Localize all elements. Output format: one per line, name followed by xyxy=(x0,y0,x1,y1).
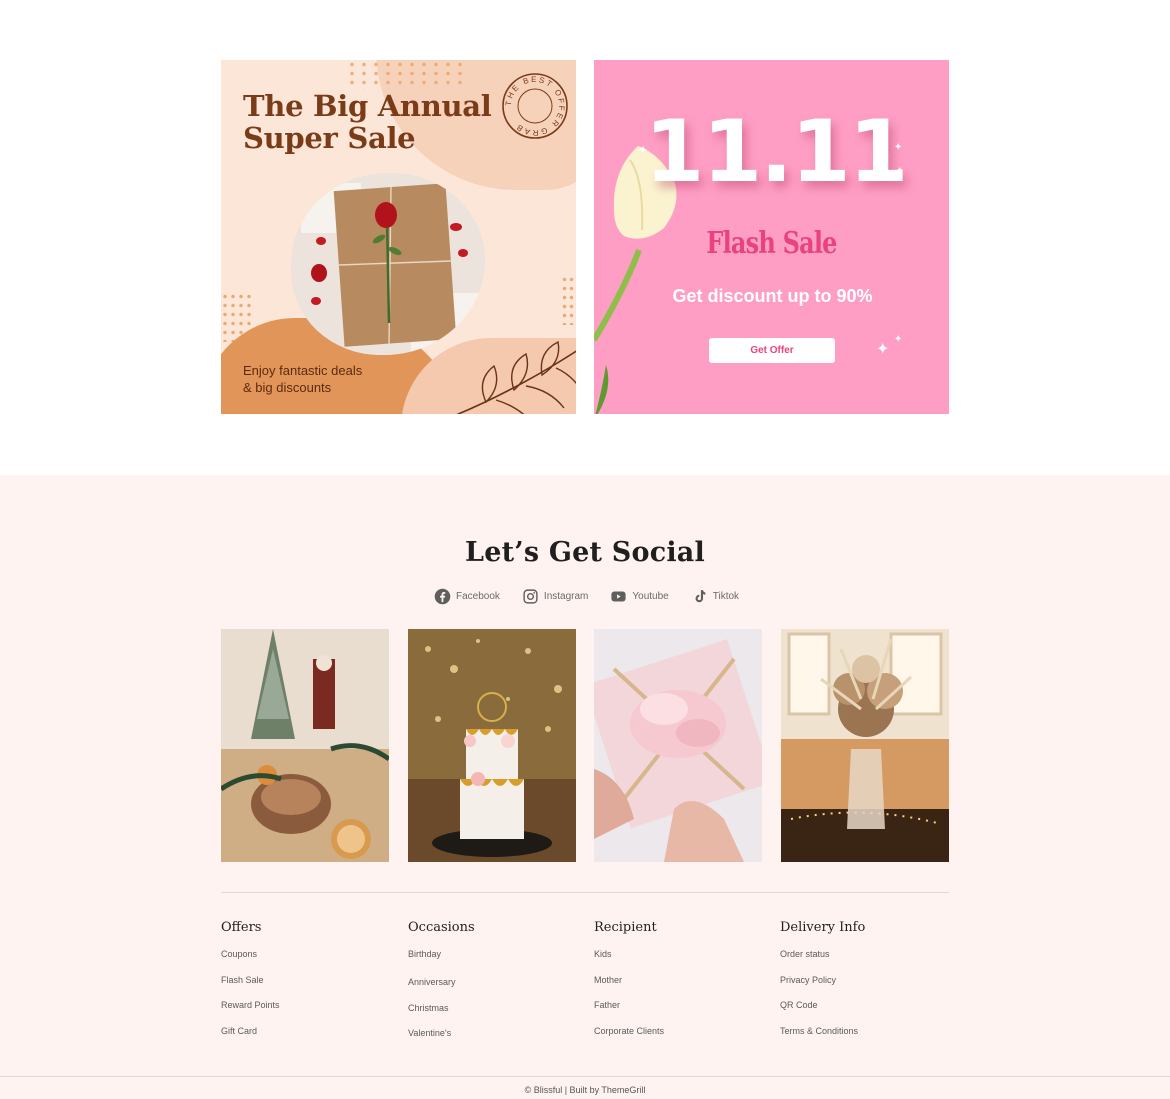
decorative-dots xyxy=(346,60,466,90)
footer-link-qr-code[interactable]: QR Code xyxy=(780,999,950,1025)
footer-heading: Offers xyxy=(221,920,262,935)
youtube-icon xyxy=(611,591,626,601)
annual-sale-copy: Enjoy fantastic deals & big discounts xyxy=(243,362,362,396)
annual-sale-copy-line: Enjoy fantastic deals xyxy=(243,363,363,378)
footer-link-gift-card[interactable]: Gift Card xyxy=(221,1025,391,1051)
leaf-branch-icon xyxy=(456,340,576,414)
flash-sale-banner[interactable]: 11.11 Flash Sale Get discount up to 90% … xyxy=(594,60,949,414)
footer-link-anniversary[interactable]: Anniversary xyxy=(408,976,578,1002)
tiktok-icon xyxy=(695,589,706,602)
social-footer-section: Let’s Get Social Facebook Instagram Yout… xyxy=(0,475,1170,1099)
facebook-link[interactable]: Facebook xyxy=(434,588,500,605)
copyright-text: © Blissful | Built by ThemeGrill xyxy=(524,1085,646,1095)
decorative-dots xyxy=(561,275,576,325)
footer-link-order-status[interactable]: Order status xyxy=(780,948,950,974)
footer-column-delivery-info: Delivery Info Order status Privacy Polic… xyxy=(780,920,950,1050)
youtube-link[interactable]: Youtube xyxy=(610,588,669,605)
footer-column-occasions: Occasions Birthday Anniversary Christmas… xyxy=(408,920,578,1053)
flash-sale-discount: Get discount up to 90% xyxy=(672,286,873,306)
footer-link-kids[interactable]: Kids xyxy=(594,948,764,974)
footer-divider xyxy=(221,892,949,893)
footer-heading: Delivery Info xyxy=(780,920,866,935)
social-links: Facebook Instagram Youtube Tiktok xyxy=(434,586,761,606)
christmas-table-photo[interactable] xyxy=(221,629,389,862)
dried-flowers-photo[interactable] xyxy=(780,629,949,862)
sparkle-icon: ✦ xyxy=(877,149,891,166)
footer-heading: Occasions xyxy=(408,920,475,935)
footer-link-mother[interactable]: Mother xyxy=(594,974,764,1000)
instagram-label: Instagram xyxy=(543,590,589,602)
footer-link-birthday[interactable]: Birthday xyxy=(408,948,578,976)
stamp-text: THE BEST OFFER GRAB xyxy=(504,75,564,137)
footer-link-terms-conditions[interactable]: Terms & Conditions xyxy=(780,1025,950,1051)
social-gallery xyxy=(221,629,949,862)
footer-columns: Offers Coupons Flash Sale Reward Points … xyxy=(221,920,949,1050)
footer-link-coupons[interactable]: Coupons xyxy=(221,948,391,974)
sparkle-icon: ✦ xyxy=(894,334,903,345)
youtube-label: Youtube xyxy=(632,590,669,602)
get-offer-button[interactable]: Get Offer xyxy=(709,338,835,363)
footer-column-offers: Offers Coupons Flash Sale Reward Points … xyxy=(221,920,391,1050)
footer-link-privacy-policy[interactable]: Privacy Policy xyxy=(780,974,950,1000)
footer-link-flash-sale[interactable]: Flash Sale xyxy=(221,974,391,1000)
tiktok-link[interactable]: Tiktok xyxy=(691,588,739,605)
instagram-link[interactable]: Instagram xyxy=(522,588,588,605)
footer-link-corporate-clients[interactable]: Corporate Clients xyxy=(594,1025,764,1051)
sparkle-icon: ✦ xyxy=(638,143,649,157)
footer-link-christmas[interactable]: Christmas xyxy=(408,1002,578,1028)
flash-sale-title: Flash Sale xyxy=(706,226,837,261)
sparkle-icon: ✦ xyxy=(894,142,903,153)
social-title: Let’s Get Social xyxy=(465,537,705,568)
svg-text:THE BEST OFFER GRAB: THE BEST OFFER GRAB xyxy=(504,75,566,137)
tiktok-label: Tiktok xyxy=(712,590,740,602)
sparkle-icon: ✦ xyxy=(896,165,904,175)
facebook-icon xyxy=(434,588,451,604)
footer-column-recipient: Recipient Kids Mother Father Corporate C… xyxy=(594,920,764,1050)
facebook-label: Facebook xyxy=(456,590,500,602)
footer-bottom-divider xyxy=(0,1076,1170,1077)
annual-sale-banner[interactable]: The Big Annual Super Sale THE BEST OFFER… xyxy=(221,60,576,414)
sparkle-icon: ✦ xyxy=(876,341,890,358)
footer-link-valentines[interactable]: Valentine's xyxy=(408,1027,578,1053)
annual-sale-copy-line: & big discounts xyxy=(243,380,332,395)
gift-with-rose-image xyxy=(291,173,485,355)
gift-box-photo[interactable] xyxy=(594,629,762,862)
promo-banners: The Big Annual Super Sale THE BEST OFFER… xyxy=(221,60,949,414)
footer-heading: Recipient xyxy=(594,920,657,935)
wedding-cake-photo[interactable] xyxy=(407,629,576,862)
footer-link-father[interactable]: Father xyxy=(594,999,764,1025)
annual-sale-title: The Big Annual Super Sale xyxy=(243,89,492,155)
best-offer-stamp-icon: THE BEST OFFER GRAB xyxy=(502,73,568,139)
footer-link-reward-points[interactable]: Reward Points xyxy=(221,999,391,1025)
instagram-icon xyxy=(523,588,538,604)
